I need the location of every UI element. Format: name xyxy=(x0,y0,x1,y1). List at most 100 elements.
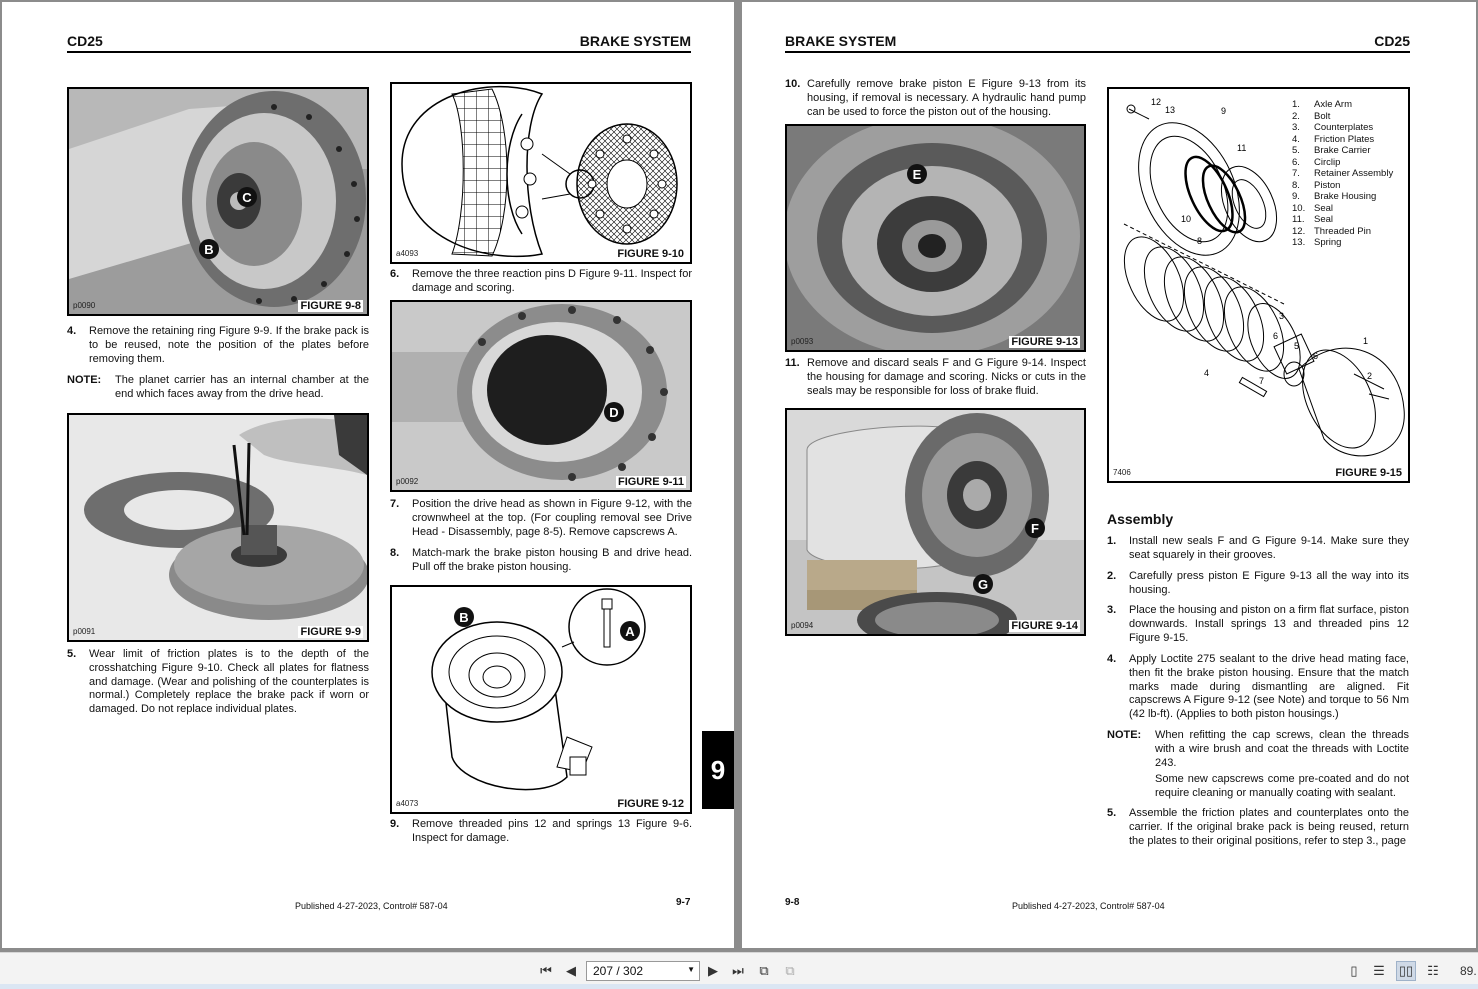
two-page-continuous-icon[interactable]: ☷ xyxy=(1423,961,1443,981)
prev-page-icon[interactable]: ◀ xyxy=(561,961,581,981)
figure-code: p0090 xyxy=(73,301,96,310)
legend-item: 2. Bolt xyxy=(1292,110,1331,122)
figure-9-8: C B p0090 FIGURE 9-8 xyxy=(67,87,369,316)
figure-9-10: a4093 FIGURE 9-10 xyxy=(390,82,692,264)
svg-text:4: 4 xyxy=(1204,368,1209,378)
svg-text:2: 2 xyxy=(1367,371,1372,381)
header-right: CD25 xyxy=(1374,33,1410,49)
zoom-level[interactable]: 89. xyxy=(1460,964,1477,978)
figure-code: 7406 xyxy=(1113,468,1131,477)
svg-text:10: 10 xyxy=(1181,214,1191,224)
svg-text:7: 7 xyxy=(1259,376,1264,386)
figure-9-11: D p0092 FIGURE 9-11 xyxy=(390,300,692,492)
figure-code: p0093 xyxy=(791,337,814,346)
last-page-icon[interactable]: ⏭ xyxy=(728,961,748,981)
legend-item: 12. Threaded Pin xyxy=(1292,225,1372,237)
single-page-icon[interactable]: ▯ xyxy=(1344,961,1364,981)
legend-item: 1. Axle Arm xyxy=(1292,99,1353,110)
legend-item: 13. Spring xyxy=(1292,237,1342,248)
photo-retaining-ring xyxy=(69,415,367,640)
step-11: 11. Remove and discard seals F and G Fig… xyxy=(785,357,1086,397)
figure-code: a4073 xyxy=(396,799,419,808)
figure-caption: FIGURE 9-8 xyxy=(298,300,363,312)
svg-text:8: 8 xyxy=(1197,236,1202,246)
parts-legend: 1. Axle Arm 2. Bolt 3. Counterplates 4. Fric… xyxy=(1292,99,1393,249)
note-capscrews: NOTE: When refitting the cap screws, cle… xyxy=(1107,729,1409,800)
section-tab: 9 xyxy=(702,731,734,809)
figure-9-9: p0091 FIGURE 9-9 xyxy=(67,413,369,642)
legend-item: 6. Circlip xyxy=(1292,156,1341,168)
photo-brake-piston: E xyxy=(787,126,1084,350)
step-6: 6. Remove the three reaction pins D Figu… xyxy=(390,268,692,294)
figure-code: p0092 xyxy=(396,477,419,486)
svg-text:12: 12 xyxy=(1151,97,1161,107)
step-5: 5. Wear limit of friction plates is to t… xyxy=(67,648,369,716)
figure-caption: FIGURE 9-12 xyxy=(615,798,686,810)
legend-item: 7. Retainer Assembly xyxy=(1292,168,1394,179)
footer-published: Published 4-27-2023, Control# 587-04 xyxy=(295,901,448,911)
figure-code: p0094 xyxy=(791,621,814,630)
svg-text:B: B xyxy=(459,610,468,625)
next-page-icon[interactable]: ▶ xyxy=(703,961,723,981)
photo-seals: F G xyxy=(787,410,1084,634)
callout-e: E xyxy=(907,164,927,184)
header-rule xyxy=(785,51,1410,53)
step-9: 9. Remove threaded pins 12 and springs 1… xyxy=(390,818,692,844)
page-number: 9-7 xyxy=(676,897,691,908)
figure-9-13: E p0093 FIGURE 9-13 xyxy=(785,124,1086,352)
figure-code: p0091 xyxy=(73,627,96,636)
document-viewport[interactable]: CD25 BRAKE SYSTEM C B p0090 FIGURE 9-8 4… xyxy=(0,0,1478,952)
photo-brake-housing: C B xyxy=(69,89,367,314)
legend-item: 9. Brake Housing xyxy=(1292,191,1377,202)
first-page-icon[interactable]: ⏮ xyxy=(536,961,556,981)
drawing-piston-housing: B A xyxy=(392,587,690,812)
callout-c: C xyxy=(237,187,257,207)
callout-d: D xyxy=(604,402,624,422)
figure-caption: FIGURE 9-14 xyxy=(1009,620,1080,632)
callout-b: B xyxy=(199,239,219,259)
step-10: 10. Carefully remove brake piston E Figu… xyxy=(785,78,1086,118)
figure-caption: FIGURE 9-11 xyxy=(615,476,686,488)
svg-text:C: C xyxy=(242,190,252,205)
drawing-friction-plate-wear xyxy=(401,85,678,258)
header-right: BRAKE SYSTEM xyxy=(579,33,691,49)
page-number-field[interactable]: 207 / 302 ▼ xyxy=(586,961,700,981)
svg-text:13: 13 xyxy=(1165,105,1175,115)
legend-item: 11. Seal xyxy=(1292,214,1334,225)
callout-a: A xyxy=(620,621,640,641)
continuous-icon[interactable]: ☰ xyxy=(1369,961,1389,981)
two-page-icon[interactable]: ▯▯ xyxy=(1396,961,1416,981)
svg-text:B: B xyxy=(204,242,213,257)
figure-9-12: B A a4073 FIGURE 9-12 xyxy=(390,585,692,814)
header-rule xyxy=(67,51,691,53)
svg-text:G: G xyxy=(978,577,988,592)
header-left: BRAKE SYSTEM xyxy=(785,33,897,49)
svg-text:9: 9 xyxy=(1221,106,1226,116)
figure-caption: FIGURE 9-13 xyxy=(1009,336,1080,348)
svg-text:1: 1 xyxy=(1363,336,1368,346)
step-4: 4. Remove the retaining ring Figure 9-9.… xyxy=(67,325,369,365)
back-view-icon[interactable]: ⧉ xyxy=(754,961,774,981)
chevron-down-icon[interactable]: ▼ xyxy=(687,965,695,974)
assembly-step-5: 5. Assemble the friction plates and coun… xyxy=(1107,807,1409,847)
forward-view-icon[interactable]: ⧉ xyxy=(780,961,800,981)
assembly-step-1: 1. Install new seals F and G Figure 9-14… xyxy=(1107,535,1409,561)
page-9-8: BRAKE SYSTEM CD25 10. Carefully remove b… xyxy=(742,2,1476,948)
svg-text:D: D xyxy=(609,405,618,420)
svg-text:6: 6 xyxy=(1313,351,1318,361)
assembly-step-2: 2. Carefully press piston E Figure 9-13 … xyxy=(1107,570,1409,596)
legend-item: 8. Piston xyxy=(1292,179,1341,191)
figure-code: a4093 xyxy=(396,249,419,258)
assembly-step-3: 3. Place the housing and piston on a fir… xyxy=(1107,604,1409,644)
figure-caption: FIGURE 9-10 xyxy=(615,248,686,260)
legend-item: 5. Brake Carrier xyxy=(1292,145,1371,156)
svg-text:F: F xyxy=(1031,521,1039,536)
figure-caption: FIGURE 9-15 xyxy=(1333,467,1404,479)
page-9-7: CD25 BRAKE SYSTEM C B p0090 FIGURE 9-8 4… xyxy=(2,2,734,948)
legend-item: 4. Friction Plates xyxy=(1292,133,1375,145)
svg-text:5: 5 xyxy=(1294,341,1299,351)
svg-text:A: A xyxy=(625,624,635,639)
header-left: CD25 xyxy=(67,33,103,49)
status-strip xyxy=(0,984,1478,989)
svg-text:3: 3 xyxy=(1279,311,1284,321)
